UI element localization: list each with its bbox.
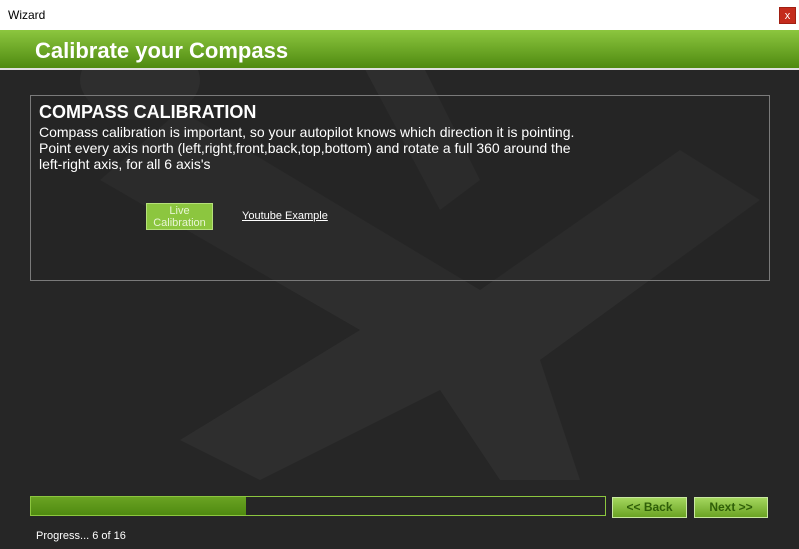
window-title: Wizard bbox=[8, 8, 46, 22]
panel-description: Compass calibration is important, so you… bbox=[39, 124, 575, 172]
back-button[interactable]: << Back bbox=[612, 497, 687, 518]
youtube-example-link[interactable]: Youtube Example bbox=[242, 210, 328, 222]
progress-bar bbox=[30, 496, 606, 516]
progress-fill bbox=[31, 497, 247, 515]
title-bar: Wizard x bbox=[0, 0, 799, 30]
header-banner: Calibrate your Compass bbox=[0, 30, 799, 70]
page-title: Calibrate your Compass bbox=[35, 38, 289, 63]
close-button[interactable]: x bbox=[779, 7, 796, 24]
live-calibration-button[interactable]: Live Calibration bbox=[146, 203, 213, 230]
panel-title: COMPASS CALIBRATION bbox=[39, 102, 257, 122]
progress-label: Progress... 6 of 16 bbox=[36, 530, 126, 542]
next-button[interactable]: Next >> bbox=[694, 497, 768, 518]
calibration-panel: COMPASS CALIBRATION Compass calibration … bbox=[30, 95, 770, 281]
